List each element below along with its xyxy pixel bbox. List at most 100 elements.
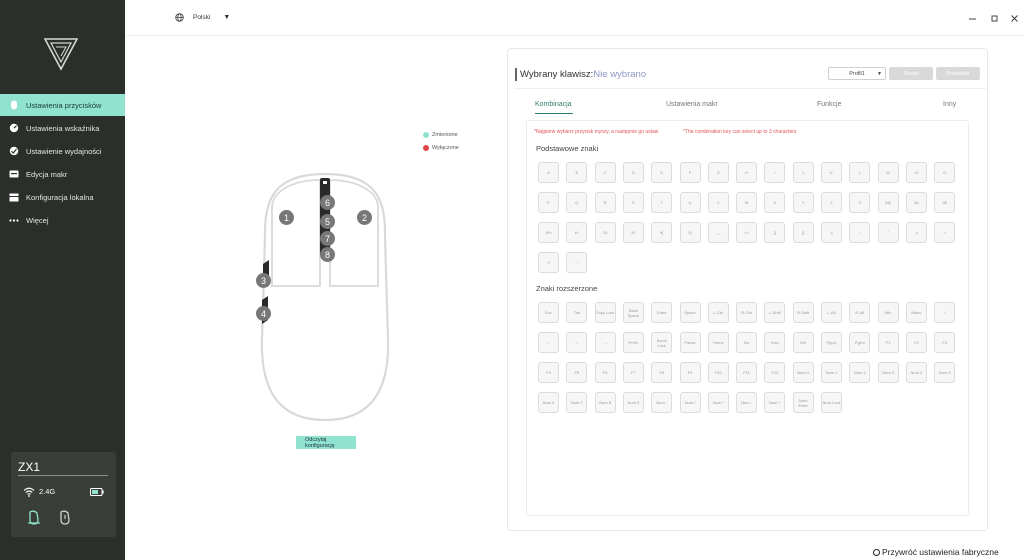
extended-key[interactable]: F3 [934,332,956,353]
tab-functions[interactable]: Funkcje [817,101,842,108]
basic-key[interactable]: U [679,192,701,213]
extended-key[interactable]: F4 [538,362,559,383]
extended-key[interactable]: Num / [679,392,701,413]
extended-key[interactable]: F11 [736,362,758,383]
tab-combination[interactable]: Kombinacja [535,101,572,108]
basic-key[interactable]: C [594,162,616,183]
basic-key[interactable]: .> [934,222,956,243]
tab-other[interactable]: Inny [943,101,956,108]
tab-macro-settings[interactable]: Ustawienia makr [666,101,718,108]
extended-key[interactable]: F1 [877,332,899,353]
basic-key[interactable]: ]} [792,222,814,243]
mouse-button-7[interactable]: 7 [320,231,335,246]
extended-key[interactable]: Caps Lock [594,302,616,323]
basic-key[interactable]: 5% [538,222,559,243]
reset-button[interactable]: Reset [889,67,933,80]
read-config-button[interactable]: Odczytaj konfigurację [296,436,356,449]
extended-key[interactable]: Ins [736,332,758,353]
basic-key[interactable]: I [764,162,786,183]
extended-key[interactable]: Enter [651,302,673,323]
basic-key[interactable]: A [538,162,559,183]
extended-key[interactable]: F8 [651,362,673,383]
extended-key[interactable]: R-Shift [792,302,814,323]
basic-key[interactable]: E [651,162,673,183]
extended-key[interactable]: Space [679,302,701,323]
extended-key[interactable]: Num * [707,392,729,413]
basic-key[interactable]: N [905,162,927,183]
mouse-button-3[interactable]: 3 [256,273,271,288]
mouse-button-5[interactable]: 5 [320,214,335,229]
basic-key[interactable]: M [877,162,899,183]
mouse-alt-icon[interactable] [58,510,72,525]
sidebar-item-more[interactable]: Więcej [0,209,125,231]
extended-key[interactable]: PgUp [821,332,842,353]
extended-key[interactable]: Home [707,332,729,353]
basic-key[interactable]: =+ [736,222,758,243]
maximize-icon[interactable] [989,13,999,23]
extended-key[interactable]: Num 6 [538,392,559,413]
extended-key[interactable]: L-Ctrl [707,302,729,323]
extended-key[interactable]: Pause [679,332,701,353]
extended-key[interactable]: R-Ctrl [736,302,758,323]
basic-key[interactable]: 0) [679,222,701,243]
basic-key[interactable]: H [736,162,758,183]
basic-key[interactable]: 7& [594,222,616,243]
basic-key[interactable]: 1! [849,192,871,213]
extended-key[interactable]: End [764,332,786,353]
basic-key[interactable]: V [707,192,729,213]
extended-key[interactable]: F9 [679,362,701,383]
extended-key[interactable]: PrtSc [622,332,644,353]
extended-key[interactable]: Num 4 [905,362,927,383]
extended-key[interactable]: F7 [622,362,644,383]
extended-key[interactable]: Del [792,332,814,353]
basic-key[interactable]: [{ [764,222,786,243]
basic-key[interactable]: X [764,192,786,213]
extended-key[interactable]: F6 [594,362,616,383]
basic-key[interactable]: F [679,162,701,183]
extended-key[interactable]: Num 8 [594,392,616,413]
basic-key[interactable]: S [622,192,644,213]
extended-key[interactable]: L-Shift [764,302,786,323]
extended-key[interactable]: L-Alt [821,302,842,323]
basic-key[interactable]: D [622,162,644,183]
mouse-button-8[interactable]: 8 [320,247,335,262]
mouse-button-4[interactable]: 4 [256,306,271,321]
extended-key[interactable]: Back Space [622,302,644,323]
extended-key[interactable]: Tab [566,302,588,323]
basic-key[interactable]: '" [877,222,899,243]
factory-reset-button[interactable]: Przywróć ustawienia fabryczne [873,547,999,557]
extended-key[interactable]: Num - [736,392,758,413]
language-selector[interactable]: Polski ▼ [175,13,230,22]
extended-key[interactable]: ← [566,332,588,353]
mouse-mode-icon[interactable] [27,510,41,525]
sidebar-item-macro-edit[interactable]: Edycja makr [0,163,125,185]
extended-key[interactable]: Num 5 [934,362,956,383]
basic-key[interactable]: 4$ [934,192,956,213]
extended-key[interactable]: Num Lock [821,392,842,413]
extended-key[interactable]: Num 7 [566,392,588,413]
extended-key[interactable]: ↑ [934,302,956,323]
basic-key[interactable]: 6^ [566,222,588,243]
basic-key[interactable]: 9( [651,222,673,243]
mouse-button-6[interactable]: 6 [320,195,335,210]
extended-key[interactable]: → [594,332,616,353]
basic-key[interactable]: /? [538,252,559,273]
extended-key[interactable]: Num 0 [792,362,814,383]
extended-key[interactable]: Num + [764,392,786,413]
extended-key[interactable]: F2 [905,332,927,353]
basic-key[interactable]: 2@ [877,192,899,213]
basic-key[interactable]: K [821,162,842,183]
basic-key[interactable]: T [651,192,673,213]
basic-key[interactable]: `~ [566,252,588,273]
basic-key[interactable]: -_ [707,222,729,243]
extended-key[interactable]: Num 2 [849,362,871,383]
basic-key[interactable]: R [594,192,616,213]
basic-key[interactable]: ,< [905,222,927,243]
extended-key[interactable]: Num 9 [622,392,644,413]
apply-button[interactable]: Powierdź [936,67,980,80]
extended-key[interactable]: Menu [905,302,927,323]
sidebar-item-local-config[interactable]: Konfiguracja lokalna [0,186,125,208]
extended-key[interactable]: F12 [764,362,786,383]
basic-key[interactable]: Q [566,192,588,213]
basic-key[interactable]: P [538,192,559,213]
